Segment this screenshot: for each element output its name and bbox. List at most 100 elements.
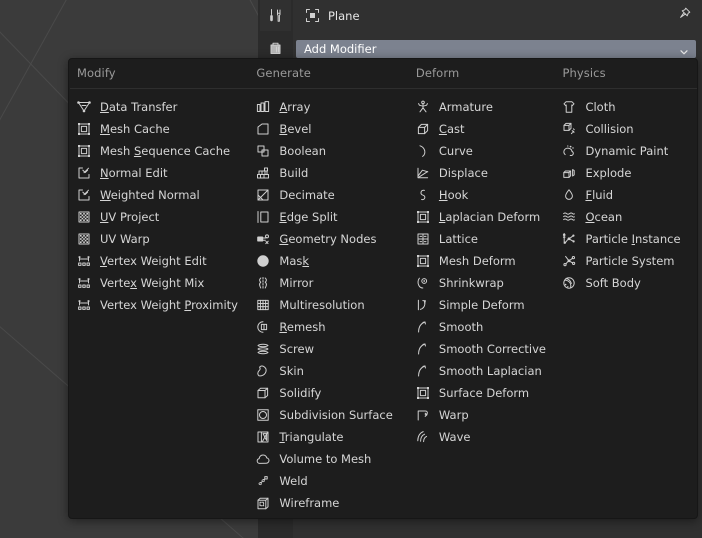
menu-item-volume-to-mesh[interactable]: Volume to Mesh: [248, 448, 407, 470]
menu-item-label: Shrinkwrap: [438, 276, 504, 290]
smooth-icon: [414, 318, 432, 336]
menu-item-surface-deform[interactable]: Surface Deform: [408, 382, 555, 404]
menu-item-label: Smooth Corrective: [438, 342, 546, 356]
menu-item-fluid[interactable]: Fluid: [554, 184, 697, 206]
menu-item-list: Cloth Collision Dynamic Paint Explode Fluid O…: [554, 96, 697, 294]
menu-column-generate: Generate Array Bevel Boolean Build Decimate Ed…: [248, 59, 407, 518]
menu-item-explode[interactable]: Explode: [554, 162, 697, 184]
menu-item-particle-system[interactable]: Particle System: [554, 250, 697, 272]
mirror-icon: [254, 274, 272, 292]
menu-item-mesh-deform[interactable]: Mesh Deform: [408, 250, 555, 272]
soft-body-icon: [560, 274, 578, 292]
menu-item-remesh[interactable]: Remesh: [248, 316, 407, 338]
menu-item-skin[interactable]: Skin: [248, 360, 407, 382]
mesh-sequence-cache-icon: [75, 142, 93, 160]
menu-item-label: Smooth Laplacian: [438, 364, 542, 378]
menu-item-cloth[interactable]: Cloth: [554, 96, 697, 118]
menu-item-label: Cloth: [585, 100, 616, 114]
menu-item-uv-warp[interactable]: UV Warp: [69, 228, 248, 250]
menu-item-wireframe[interactable]: Wireframe: [248, 492, 407, 514]
data-transfer-icon: [75, 98, 93, 116]
menu-item-mirror[interactable]: Mirror: [248, 272, 407, 294]
menu-item-soft-body[interactable]: Soft Body: [554, 272, 697, 294]
menu-item-label: Warp: [438, 408, 469, 422]
menu-item-label: Mesh Sequence Cache: [100, 144, 231, 158]
menu-item-smooth-laplacian[interactable]: Smooth Laplacian: [408, 360, 555, 382]
menu-item-weld[interactable]: Weld: [248, 470, 407, 492]
menu-item-geometry-nodes[interactable]: Geometry Nodes: [248, 228, 407, 250]
menu-item-label: Displace: [438, 166, 488, 180]
menu-item-array[interactable]: Array: [248, 96, 407, 118]
menu-item-smooth[interactable]: Smooth: [408, 316, 555, 338]
menu-item-lattice[interactable]: Lattice: [408, 228, 555, 250]
menu-item-label: Surface Deform: [438, 386, 530, 400]
menu-item-curve[interactable]: Curve: [408, 140, 555, 162]
menu-item-boolean[interactable]: Boolean: [248, 140, 407, 162]
menu-item-data-transfer[interactable]: Data Transfer: [69, 96, 248, 118]
menu-item-label: Lattice: [438, 232, 478, 246]
menu-item-label: Smooth: [438, 320, 484, 334]
menu-item-label: Boolean: [279, 144, 326, 158]
menu-item-weighted-normal[interactable]: Weighted Normal: [69, 184, 248, 206]
menu-item-subdivision-surface[interactable]: Subdivision Surface: [248, 404, 407, 426]
menu-item-laplacian-deform[interactable]: Laplacian Deform: [408, 206, 555, 228]
menu-item-smooth-corrective[interactable]: Smooth Corrective: [408, 338, 555, 360]
pin-icon[interactable]: [676, 6, 692, 22]
warp-icon: [414, 406, 432, 424]
menu-item-label: Explode: [585, 166, 632, 180]
menu-item-ocean[interactable]: Ocean: [554, 206, 697, 228]
menu-item-build[interactable]: Build: [248, 162, 407, 184]
particle-system-icon: [560, 252, 578, 270]
uv-project-icon: [75, 208, 93, 226]
menu-item-displace[interactable]: Displace: [408, 162, 555, 184]
menu-item-label: Edge Split: [279, 210, 338, 224]
menu-item-label: Curve: [438, 144, 473, 158]
menu-item-label: UV Project: [100, 210, 160, 224]
menu-item-shrinkwrap[interactable]: Shrinkwrap: [408, 272, 555, 294]
weighted-normal-icon: [75, 186, 93, 204]
menu-item-vertex-weight-edit[interactable]: Vertex Weight Edit: [69, 250, 248, 272]
menu-item-label: Mirror: [279, 276, 314, 290]
menu-item-solidify[interactable]: Solidify: [248, 382, 407, 404]
cloth-icon: [560, 98, 578, 116]
menu-item-vertex-weight-proximity[interactable]: Vertex Weight Proximity: [69, 294, 248, 316]
displace-icon: [414, 164, 432, 182]
tool-icon: [267, 7, 284, 24]
menu-item-triangulate[interactable]: Triangulate: [248, 426, 407, 448]
remesh-icon: [254, 318, 272, 336]
menu-item-armature[interactable]: Armature: [408, 96, 555, 118]
menu-item-list: Data Transfer Mesh Cache Mesh Sequence Cac…: [69, 96, 248, 316]
menu-item-multiresolution[interactable]: Multiresolution: [248, 294, 407, 316]
column-header-modify: Modify: [77, 66, 116, 80]
menu-item-uv-project[interactable]: UV Project: [69, 206, 248, 228]
add-modifier-button[interactable]: Add Modifier: [296, 40, 696, 58]
breadcrumb-object-name[interactable]: Plane: [328, 9, 360, 23]
build-icon: [254, 164, 272, 182]
menu-item-decimate[interactable]: Decimate: [248, 184, 407, 206]
surface-deform-icon: [414, 384, 432, 402]
menu-item-wave[interactable]: Wave: [408, 426, 555, 448]
menu-item-label: Subdivision Surface: [279, 408, 393, 422]
menu-item-warp[interactable]: Warp: [408, 404, 555, 426]
menu-item-edge-split[interactable]: Edge Split: [248, 206, 407, 228]
menu-item-hook[interactable]: Hook: [408, 184, 555, 206]
menu-item-particle-instance[interactable]: Particle Instance: [554, 228, 697, 250]
menu-item-mask[interactable]: Mask: [248, 250, 407, 272]
menu-item-dynamic-paint[interactable]: Dynamic Paint: [554, 140, 697, 162]
menu-item-label: Skin: [279, 364, 304, 378]
menu-item-screw[interactable]: Screw: [248, 338, 407, 360]
menu-item-collision[interactable]: Collision: [554, 118, 697, 140]
menu-item-mesh-cache[interactable]: Mesh Cache: [69, 118, 248, 140]
menu-item-mesh-sequence-cache[interactable]: Mesh Sequence Cache: [69, 140, 248, 162]
tool-tab[interactable]: [260, 0, 291, 31]
menu-item-normal-edit[interactable]: Normal Edit: [69, 162, 248, 184]
menu-item-simple-deform[interactable]: Simple Deform: [408, 294, 555, 316]
menu-item-vertex-weight-mix[interactable]: Vertex Weight Mix: [69, 272, 248, 294]
menu-item-bevel[interactable]: Bevel: [248, 118, 407, 140]
menu-item-label: Fluid: [585, 188, 614, 202]
particle-instance-icon: [560, 230, 578, 248]
menu-item-cast[interactable]: Cast: [408, 118, 555, 140]
column-header-deform: Deform: [415, 66, 460, 80]
lattice-icon: [414, 230, 432, 248]
boolean-icon: [254, 142, 272, 160]
